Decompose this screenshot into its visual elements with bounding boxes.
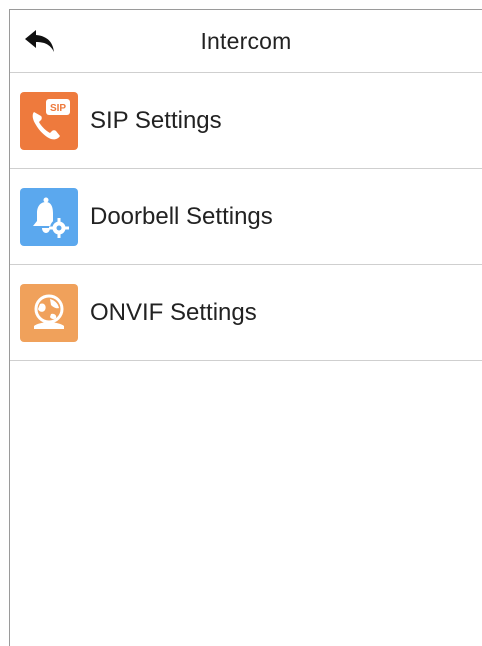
svg-text:SIP: SIP [50, 103, 66, 114]
menu-item-label: Doorbell Settings [90, 202, 273, 230]
doorbell-gear-icon [20, 187, 78, 246]
sip-phone-icon: SIP [20, 91, 78, 150]
page-title: Intercom [200, 27, 292, 54]
onvif-globe-icon [20, 283, 78, 342]
header-bar: Intercom [10, 10, 482, 73]
menu-item-sip-settings[interactable]: SIP SIP Settings [10, 73, 482, 169]
menu-item-onvif-settings[interactable]: ONVIF Settings [10, 265, 482, 361]
menu-item-doorbell-settings[interactable]: Doorbell Settings [10, 169, 482, 265]
back-arrow-icon [25, 30, 54, 52]
menu-item-label: SIP Settings [90, 106, 222, 134]
back-button[interactable] [20, 24, 60, 58]
menu-item-label: ONVIF Settings [90, 298, 257, 326]
app-frame: Intercom SIP SIP Settings Doorbell Setti… [9, 9, 482, 646]
